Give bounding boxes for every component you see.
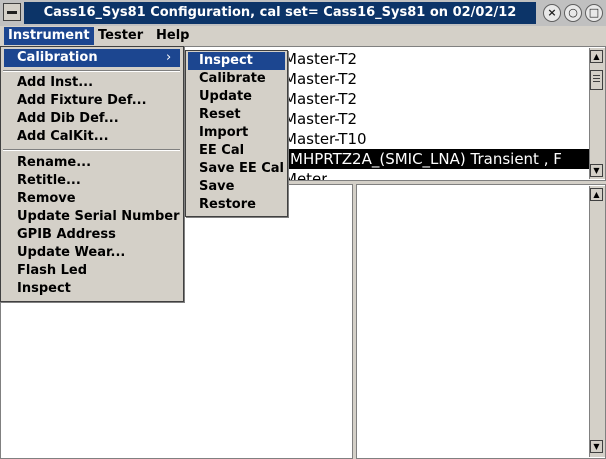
menu-help[interactable]: Help [152,27,193,45]
list-item-selected[interactable]: MHPRTZ2A_(SMIC_LNA) Transient , F [284,149,589,169]
menu-item-retitle[interactable]: Retitle... [17,172,81,190]
scrollbar-thumb[interactable] [590,70,603,90]
menu-separator [3,70,180,72]
menu-tester[interactable]: Tester [94,27,147,45]
menu-item-add-fixture-def[interactable]: Add Fixture Def... [17,92,147,110]
submenu-item-import[interactable]: Import [199,124,248,142]
right-detail-pane [356,184,606,459]
list-item[interactable]: Master-T10 [284,129,367,149]
close-icon[interactable]: × [543,4,561,22]
detail-scrollbar[interactable] [589,186,605,457]
list-item[interactable]: Master-T2 [284,49,357,69]
menu-separator [3,149,180,151]
scroll-down-icon[interactable]: ▼ [590,164,603,177]
menu-item-add-dib-def[interactable]: Add Dib Def... [17,110,119,128]
minimize-icon[interactable]: ○ [564,4,582,22]
scroll-down-icon[interactable]: ▼ [590,440,603,453]
menu-instrument[interactable]: Instrument [4,27,94,45]
submenu-item-reset[interactable]: Reset [199,106,241,124]
maximize-icon[interactable]: □ [585,4,603,22]
menu-item-add-calkit[interactable]: Add CalKit... [17,128,109,146]
scroll-up-icon[interactable]: ▲ [590,50,603,63]
list-scrollbar[interactable] [589,48,605,179]
submenu-item-save[interactable]: Save [199,178,234,196]
submenu-item-update[interactable]: Update [199,88,252,106]
chevron-right-icon: › [166,50,172,65]
menu-item-add-inst[interactable]: Add Inst... [17,74,93,92]
list-item[interactable]: Master-T2 [284,69,357,89]
menu-item-update-wear[interactable]: Update Wear... [17,244,125,262]
window-title: Cass16_Sys81 Configuration, cal set= Cas… [43,5,517,20]
submenu-item-ee-cal[interactable]: EE Cal [199,142,244,160]
menu-item-flash-led[interactable]: Flash Led [17,262,87,280]
submenu-item-inspect[interactable]: Inspect [188,52,285,70]
menu-item-gpib-address[interactable]: GPIB Address [17,226,116,244]
scroll-up-icon[interactable]: ▲ [590,188,603,201]
list-item[interactable]: Master-T2 [284,89,357,109]
menu-item-calibration[interactable]: Calibration [4,49,180,67]
menu-item-rename[interactable]: Rename... [17,154,91,172]
list-item[interactable]: Meter [284,169,327,180]
system-menu-icon[interactable] [3,3,21,21]
submenu-item-calibrate[interactable]: Calibrate [199,70,266,88]
submenu-item-save-ee-cal[interactable]: Save EE Cal [199,160,284,178]
menu-item-update-serial-number[interactable]: Update Serial Number [17,208,180,226]
submenu-item-restore[interactable]: Restore [199,196,256,214]
menu-item-inspect[interactable]: Inspect [17,280,71,298]
list-item[interactable]: Master-T2 [284,109,357,129]
menu-item-remove[interactable]: Remove [17,190,76,208]
